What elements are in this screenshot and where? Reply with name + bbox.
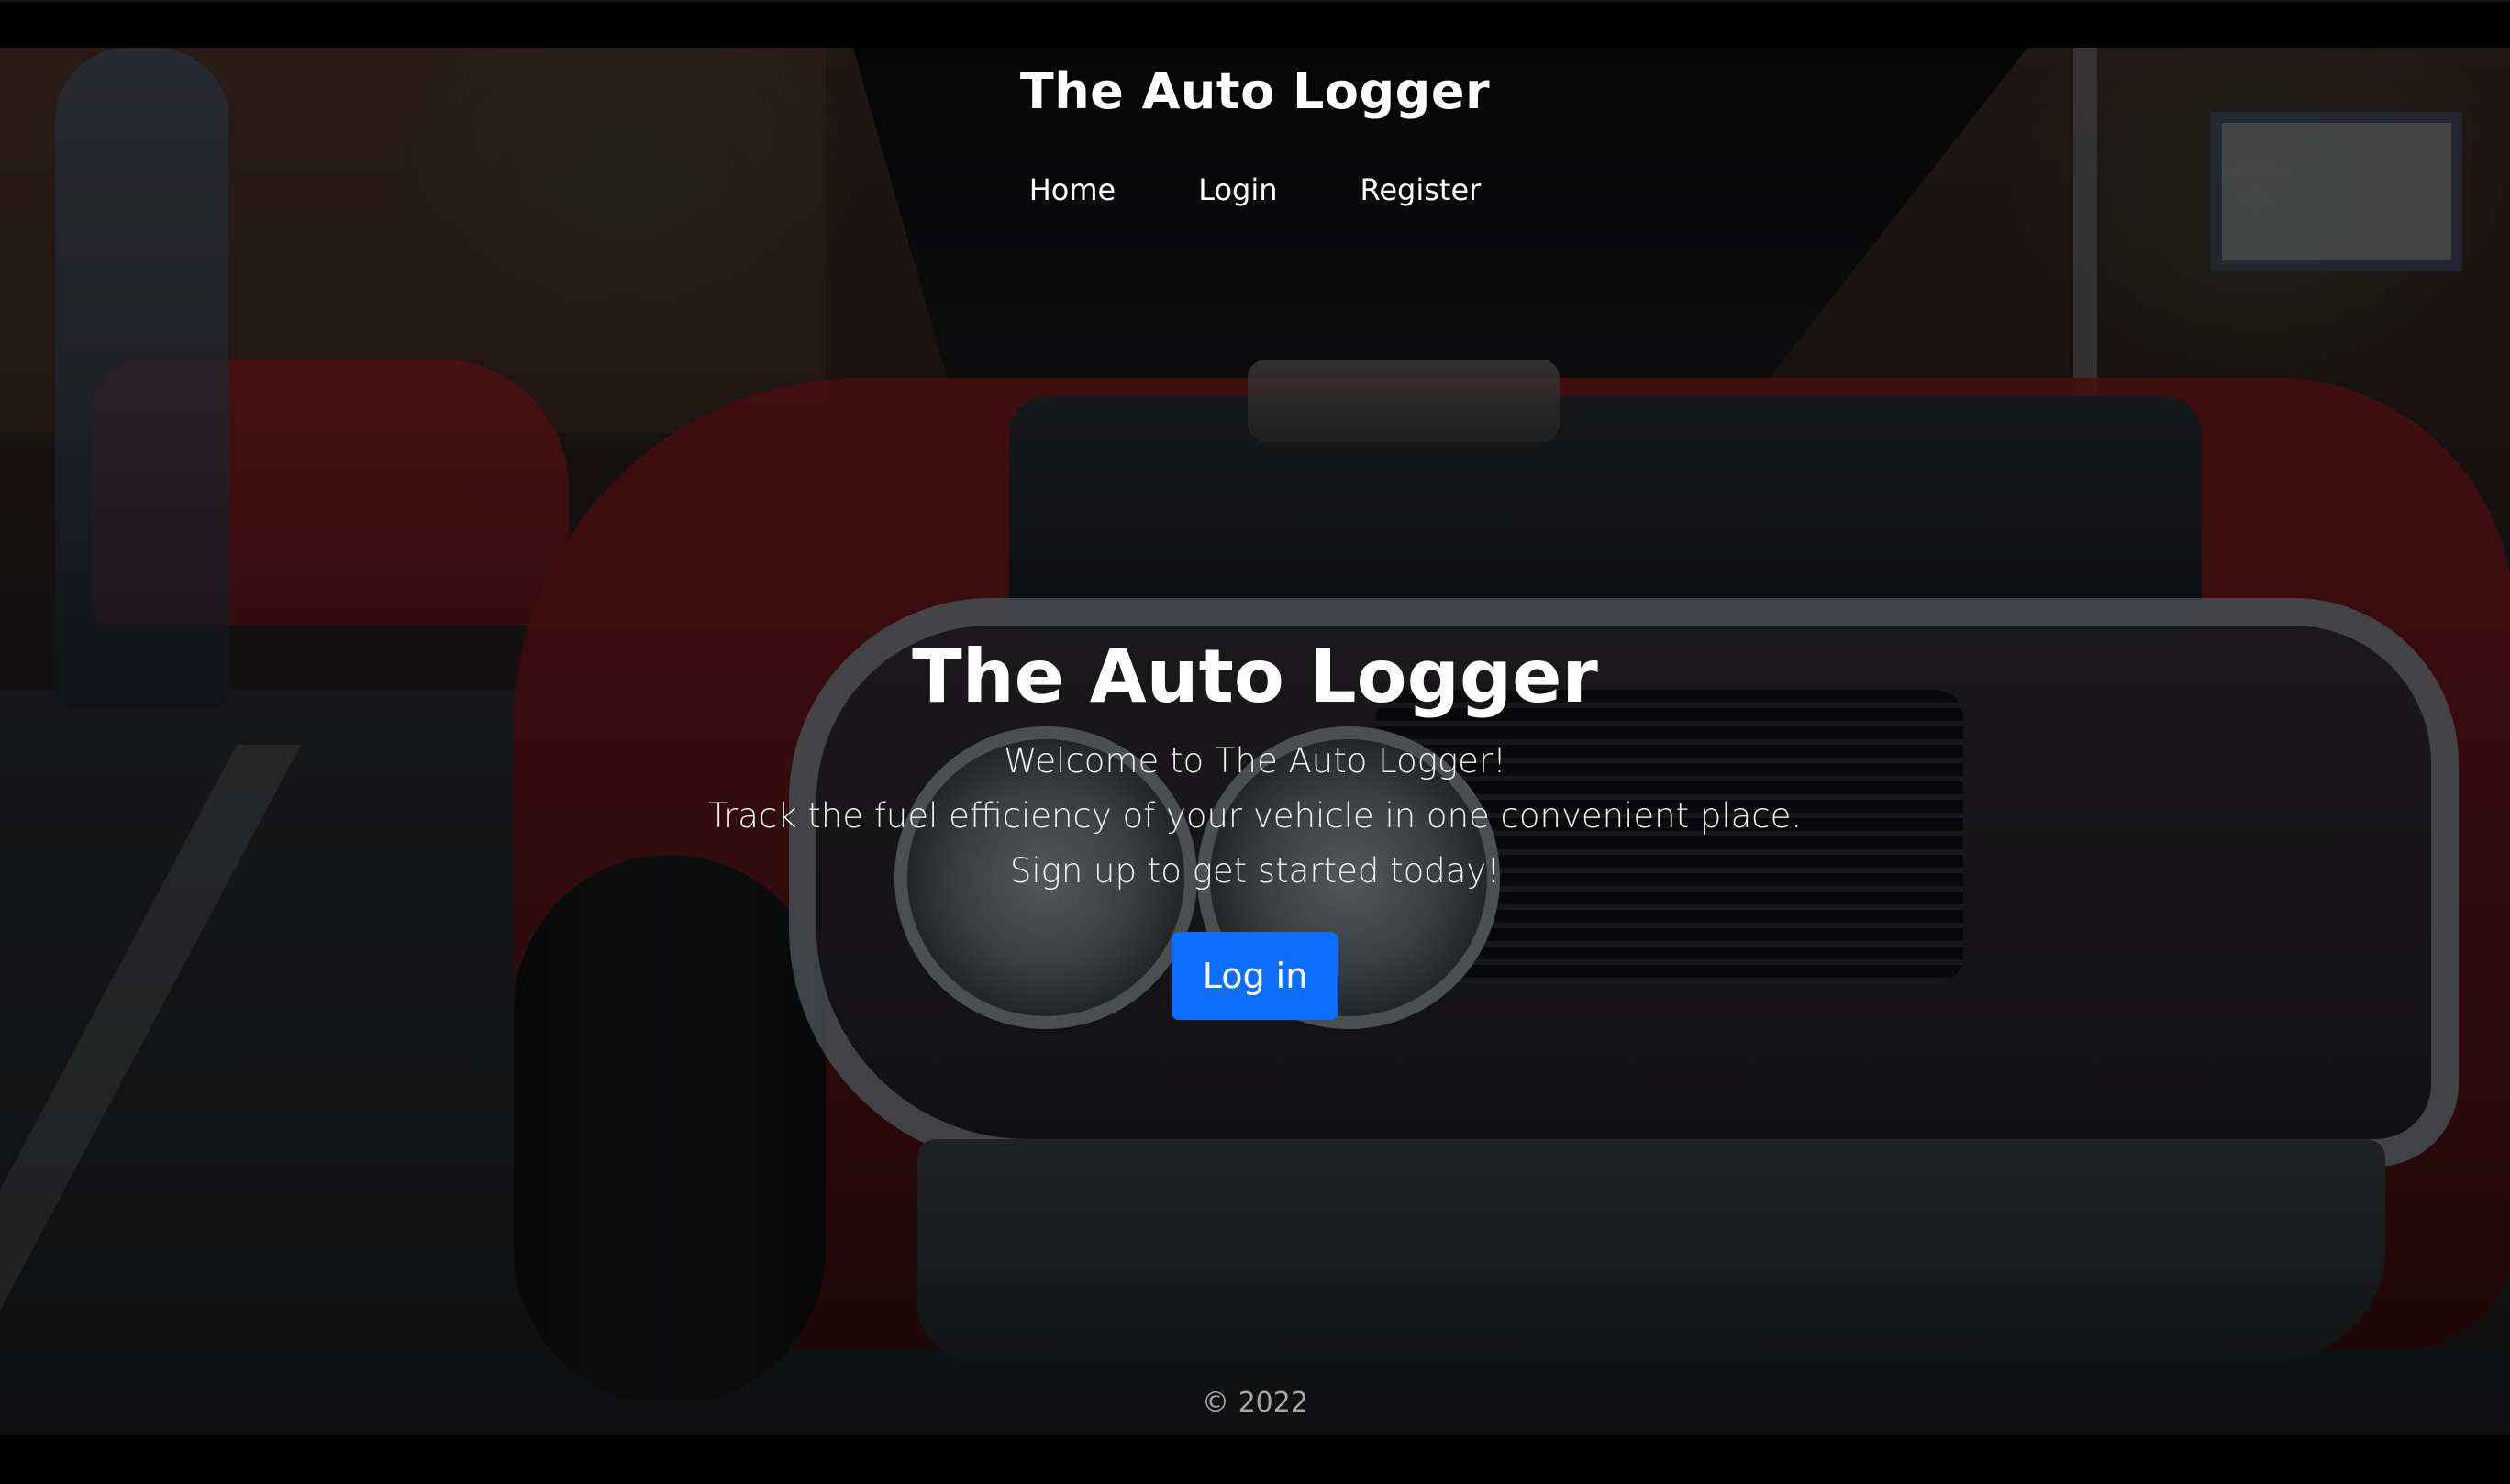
- hero-title: The Auto Logger: [912, 634, 1598, 719]
- nav-register-link[interactable]: Register: [1361, 170, 1482, 210]
- bottom-black-bar: [0, 1435, 2510, 1484]
- page: The Auto Logger Home Login Register The …: [0, 0, 2510, 1484]
- hero-welcome-text: Welcome to The Auto Logger!: [1004, 741, 1506, 781]
- hero-signup-text: Sign up to get started today!: [1009, 851, 1501, 891]
- hero-description-text: Track the fuel efficiency of your vehicl…: [707, 796, 1803, 836]
- login-button[interactable]: Log in: [1171, 932, 1339, 1020]
- nav-home-link[interactable]: Home: [1029, 170, 1116, 210]
- main-nav: Home Login Register: [0, 170, 2510, 210]
- top-black-bar: [0, 0, 2510, 48]
- nav-login-link[interactable]: Login: [1198, 170, 1277, 210]
- footer-copyright: © 2022: [1202, 1387, 1308, 1419]
- site-brand[interactable]: The Auto Logger: [0, 59, 2510, 125]
- hero-section: The Auto Logger Welcome to The Auto Logg…: [0, 631, 2510, 1020]
